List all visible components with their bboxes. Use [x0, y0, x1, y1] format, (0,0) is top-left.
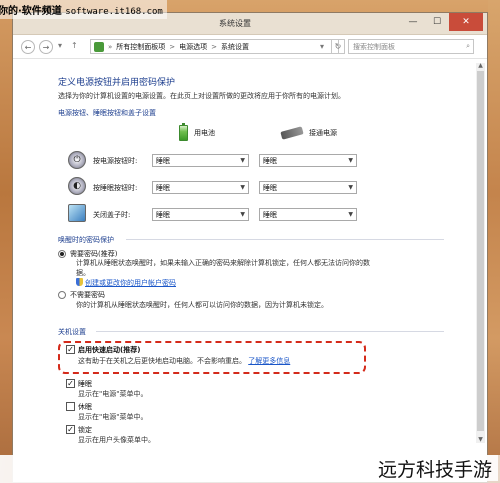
page-title: 定义电源按钮并启用密码保护 [58, 78, 176, 88]
fast-startup-desc: 这有助于在关机之后更快地启动电脑。不会影响重启。 [78, 357, 246, 365]
hibernate-checkbox[interactable] [66, 402, 75, 411]
breadcrumb-all-items[interactable]: 所有控制面板项 [116, 42, 165, 52]
forward-button[interactable]: → [39, 40, 53, 54]
sleep-button-label: 按睡眠按钮时: [93, 184, 138, 192]
power-buttons-section-title: 电源按钮、睡眠按钮和盖子设置 [58, 109, 156, 117]
selected-value: 睡眠 [263, 210, 277, 219]
sleep-button-plugged-select[interactable]: 睡眠 ▼ [259, 181, 357, 194]
sleep-desc: 显示在"电源"菜单中。 [78, 390, 148, 398]
no-password-radio[interactable] [58, 291, 66, 299]
fast-startup-checkbox[interactable]: ✓ [66, 345, 75, 354]
recent-locations-dropdown[interactable]: ▾ [58, 41, 62, 50]
lock-desc: 显示在用户头像菜单中。 [78, 436, 155, 444]
address-dropdown-arrow[interactable]: ▾ [315, 39, 329, 54]
chevron-down-icon: ▼ [348, 157, 353, 164]
maximize-button[interactable]: ☐ [425, 13, 449, 31]
shutdown-section-title: 关机设置 [58, 328, 86, 336]
battery-column-label: 用电池 [194, 129, 215, 137]
chevron-down-icon: ▼ [240, 157, 245, 164]
desktop-background-left [0, 0, 12, 483]
plugged-column-header: 接通电源 [280, 126, 337, 140]
power-button-battery-select[interactable]: 睡眠 ▼ [152, 154, 249, 167]
chevron-down-icon: ▼ [348, 184, 353, 191]
window-controls: — ☐ ✕ [401, 13, 483, 31]
plugged-column-label: 接通电源 [309, 129, 337, 137]
hibernate-desc: 显示在"电源"菜单中。 [78, 413, 148, 421]
refresh-button[interactable]: ↻ [331, 39, 345, 54]
watermark-banner: 你的·软件频道 software.it168.com [0, 0, 167, 19]
selected-value: 睡眠 [263, 156, 277, 165]
fast-startup-desc-row: 这有助于在关机之后更快地启动电脑。不会影响重启。 了解更多信息 [78, 356, 290, 366]
require-password-radio[interactable] [58, 250, 66, 258]
brand-watermark: 远方科技手游 [371, 455, 498, 481]
lock-label[interactable]: 锁定 [78, 425, 92, 435]
selected-value: 睡眠 [156, 156, 170, 165]
laptop-lid-icon [68, 204, 86, 222]
power-button-plugged-select[interactable]: 睡眠 ▼ [259, 154, 357, 167]
no-password-label[interactable]: 不需要密码 [70, 290, 105, 300]
close-lid-battery-select[interactable]: 睡眠 ▼ [152, 208, 249, 221]
selected-value: 睡眠 [156, 183, 170, 192]
address-box[interactable]: » 所有控制面板项 > 电源选项 > 系统设置 [90, 39, 339, 54]
back-button[interactable]: ← [21, 40, 35, 54]
window-title: 系统设置 [219, 19, 251, 28]
section-divider [96, 331, 444, 332]
breadcrumb-separator: > [211, 42, 218, 51]
main-content: 定义电源按钮并启用密码保护 选择为你的计算机设置的电源设置。在此页上对设置所做的… [13, 59, 487, 482]
battery-column-header: 用电池 [179, 123, 215, 141]
wake-password-section-title: 唤醒时的密码保护 [58, 236, 114, 244]
battery-icon [179, 123, 188, 141]
address-bar-row: ← → ▾ ↑ » 所有控制面板项 > 电源选项 > 系统设置 ▾ ↻ 搜索控制… [13, 35, 487, 59]
power-button-icon: ⏻ [68, 151, 86, 169]
require-password-desc-line2: 据。 [76, 268, 90, 278]
require-password-desc-line1: 计算机从睡眠状态唤醒时，如果未输入正确的密码来解除计算机锁定，任何人都无法访问你… [76, 259, 370, 267]
fast-startup-label[interactable]: 启用快速启动(推荐) [78, 345, 140, 355]
learn-more-link[interactable]: 了解更多信息 [248, 357, 290, 365]
lock-checkbox[interactable]: ✓ [66, 425, 75, 434]
search-input[interactable]: 搜索控制面板 ⌕ [348, 39, 474, 54]
sleep-button-battery-select[interactable]: 睡眠 ▼ [152, 181, 249, 194]
up-button[interactable]: ↑ [71, 41, 78, 50]
no-password-desc: 你的计算机从睡眠状态唤醒时，任何人都可以访问你的数据，因为计算机未锁定。 [76, 301, 328, 309]
system-settings-window: 系统设置 — ☐ ✕ ← → ▾ ↑ » 所有控制面板项 > 电源选项 > 系统… [12, 12, 488, 483]
sleep-button-icon: ◐ [68, 177, 86, 195]
breadcrumb-overflow[interactable]: » [108, 43, 112, 51]
power-plug-icon [280, 126, 304, 140]
sleep-checkbox[interactable]: ✓ [66, 379, 75, 388]
scroll-down-icon[interactable]: ▼ [476, 437, 485, 443]
chevron-down-icon: ▼ [348, 211, 353, 218]
minimize-button[interactable]: — [401, 13, 425, 31]
desktop-background-right [488, 0, 500, 483]
control-panel-icon [94, 41, 104, 52]
close-lid-plugged-select[interactable]: 睡眠 ▼ [259, 208, 357, 221]
breadcrumb-separator: > [169, 42, 176, 51]
breadcrumb-system-settings[interactable]: 系统设置 [221, 42, 249, 52]
power-button-label: 按电源按钮时: [93, 157, 138, 165]
vertical-scrollbar[interactable]: ▲ ▼ [476, 63, 485, 443]
close-button[interactable]: ✕ [449, 13, 483, 31]
scrollbar-thumb[interactable] [477, 71, 484, 431]
chevron-down-icon: ▼ [240, 184, 245, 191]
breadcrumb-power-options[interactable]: 电源选项 [179, 42, 207, 52]
watermark-url: software.it168.com [65, 7, 163, 17]
section-divider [126, 239, 444, 240]
chevron-down-icon: ▼ [240, 211, 245, 218]
scroll-up-icon[interactable]: ▲ [476, 63, 485, 69]
selected-value: 睡眠 [156, 210, 170, 219]
create-password-link[interactable]: 创建或更改你的用户帐户密码 [85, 279, 176, 287]
create-password-link-row: 创建或更改你的用户帐户密码 [76, 278, 176, 288]
sleep-label[interactable]: 睡眠 [78, 379, 92, 389]
search-icon: ⌕ [466, 42, 470, 50]
watermark-text: 你的·软件频道 [0, 6, 62, 17]
selected-value: 睡眠 [263, 183, 277, 192]
close-lid-label: 关闭盖子时: [93, 211, 131, 219]
uac-shield-icon [76, 278, 83, 286]
page-description: 选择为你的计算机设置的电源设置。在此页上对设置所做的更改将应用于你所有的电源计划… [58, 92, 345, 100]
require-password-desc-end: 据。 [76, 269, 90, 277]
search-placeholder: 搜索控制面板 [353, 42, 395, 51]
hibernate-label[interactable]: 休眠 [78, 402, 92, 412]
